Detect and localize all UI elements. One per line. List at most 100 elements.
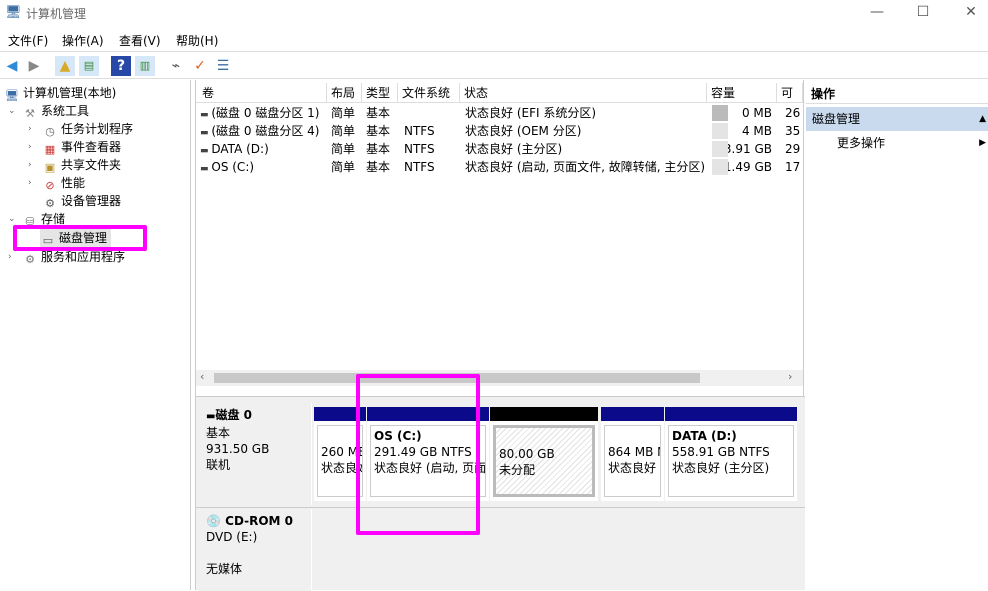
partition-info: DATA (D:) 558.91 GB NTFS 状态良好 (主分区) — [668, 425, 794, 497]
table-cell: 基本 — [366, 104, 400, 122]
more-actions-label: 更多操作 — [837, 136, 886, 150]
disk-map: ▬磁盘 0 基本 931.50 GB 联机 260 MB状态良好OS (C:)2… — [196, 396, 805, 591]
cell-text: NTFS — [404, 124, 435, 138]
column-capacity[interactable]: 容量 — [707, 83, 777, 103]
show-hide-tree-icon[interactable]: ▤ — [79, 56, 99, 76]
tools-icon: ⚒ — [25, 107, 35, 120]
collapse-up-icon[interactable]: ▲ — [979, 107, 986, 131]
maximize-button[interactable]: ☐ — [908, 4, 938, 22]
cell-text: 17 — [785, 160, 801, 174]
cell-text: NTFS — [404, 160, 435, 174]
table-cell: 状态良好 (启动, 页面文件, 故障转储, 主分区) — [465, 158, 705, 176]
menu-view[interactable]: 查看(V) — [119, 32, 161, 49]
partition-line2: 状态良好 (主分区) — [672, 461, 770, 475]
computer-icon: 🖥 — [5, 89, 19, 102]
expand-icon[interactable]: › — [8, 252, 12, 262]
volume-icon: ▬ — [200, 128, 212, 138]
expand-icon[interactable]: › — [28, 124, 32, 134]
cell-text: (磁盘 0 磁盘分区 4) — [211, 124, 320, 138]
column-free[interactable]: 可 — [777, 83, 803, 103]
cell-text: 基本 — [366, 106, 391, 120]
collapse-icon[interactable]: ⌄ — [8, 106, 16, 116]
horizontal-scrollbar[interactable]: ‹ › — [196, 370, 803, 386]
table-cell: 35 — [785, 122, 805, 140]
table-cell: 基本 — [366, 158, 400, 176]
partition-block[interactable]: DATA (D:) 558.91 GB NTFS 状态良好 (主分区) — [665, 407, 797, 501]
back-icon[interactable]: ◀ — [2, 56, 22, 76]
partition-block[interactable]: 80.00 GB 未分配 — [490, 407, 598, 501]
table-row[interactable]: ▬ OS (C:) 简单 基本 NTFS 状态良好 (启动, 页面文件, 故障转储, 主… — [196, 158, 805, 176]
volume-icon: ▬ — [200, 110, 212, 120]
partition-name: DATA (D:) — [672, 429, 737, 443]
menu-action[interactable]: 操作(A) — [62, 32, 104, 49]
tree-event-viewer[interactable]: ▦ 事件查看器 — [42, 138, 121, 156]
more-actions[interactable]: 更多操作 ▶ — [806, 132, 988, 154]
actions-header: 操作 — [806, 84, 988, 104]
table-cell: 简单 — [331, 140, 364, 158]
partition-bar — [601, 407, 664, 421]
show-action-pane-icon[interactable]: ▥ — [135, 56, 155, 76]
expand-icon[interactable]: › — [28, 160, 32, 170]
cell-text: 0 MB — [741, 106, 772, 120]
close-button[interactable]: ✕ — [956, 4, 986, 22]
tree-shared-folders[interactable]: ▣ 共享文件夹 — [42, 156, 121, 174]
expand-icon[interactable]: › — [28, 178, 32, 188]
help-icon[interactable]: ? — [111, 56, 131, 76]
column-volume[interactable]: 卷 — [198, 83, 327, 103]
column-type[interactable]: 类型 — [362, 83, 398, 103]
table-cell: 状态良好 (主分区) — [465, 140, 705, 158]
partition-line2: 状态良好 — [321, 461, 362, 475]
tree-label: 事件查看器 — [61, 140, 122, 154]
highlight-disk-management — [13, 225, 147, 251]
scroll-right-icon[interactable]: › — [788, 370, 792, 383]
partition-line2: 未分配 — [499, 463, 536, 477]
disk-status: 无媒体 — [206, 562, 243, 576]
volume-icon: ▬ — [200, 146, 212, 156]
partition-line1: 80.00 GB — [499, 447, 555, 461]
tree-performance[interactable]: ⊘ 性能 — [42, 174, 85, 192]
tree-device-manager[interactable]: ⚙ 设备管理器 — [42, 192, 121, 210]
column-filesystem[interactable]: 文件系统 — [398, 83, 460, 103]
table-row[interactable]: ▬ (磁盘 0 磁盘分区 1) 简单 基本 状态良好 (EFI 系统分区) 0 MB 26 — [196, 104, 805, 122]
up-folder-icon[interactable]: ▲ — [55, 56, 75, 76]
redacted-block — [712, 105, 728, 121]
partition-bar — [490, 407, 598, 421]
redacted-block — [712, 123, 728, 139]
cdrom-0-label[interactable]: 💿 CD-ROM 0 DVD (E:) 无媒体 — [198, 509, 312, 591]
partition-line1: 260 MB — [321, 445, 363, 459]
tree-label: 设备管理器 — [61, 194, 122, 208]
properties-icon[interactable]: ☰ — [213, 56, 233, 76]
partition-block[interactable]: 864 MB NTFS 状态良好 — [601, 407, 664, 501]
column-layout[interactable]: 布局 — [327, 83, 362, 103]
table-row[interactable]: ▬ DATA (D:) 简单 基本 NTFS 状态良好 (主分区) 3.91 GB 29 — [196, 140, 805, 158]
scroll-left-icon[interactable]: ‹ — [200, 370, 204, 383]
tree-root-label: 计算机管理(本地) — [23, 86, 117, 100]
minimize-button[interactable]: — — [862, 4, 892, 22]
disk-0-label[interactable]: ▬磁盘 0 基本 931.50 GB 联机 — [198, 403, 312, 505]
forward-icon[interactable]: ▶ — [24, 56, 44, 76]
highlight-os-partition — [356, 374, 480, 535]
partition-info: 864 MB NTFS 状态良好 — [604, 425, 661, 497]
tree-root[interactable]: 🖥 计算机管理(本地) — [4, 84, 116, 102]
tree-label: 任务计划程序 — [61, 122, 134, 136]
cell-text: 1.49 GB — [723, 160, 772, 174]
tree-system-tools[interactable]: ⚒ 系统工具 — [22, 102, 89, 120]
partition-line2: 状态良好 — [608, 461, 657, 475]
partition-name — [499, 430, 589, 446]
shared-folder-icon: ▣ — [44, 161, 56, 174]
tree-label: 存储 — [41, 212, 66, 226]
column-status[interactable]: 状态 — [460, 83, 707, 103]
cell-text: 简单 — [331, 124, 356, 138]
tree-task-scheduler[interactable]: ◷ 任务计划程序 — [42, 120, 133, 138]
redacted-block — [712, 159, 728, 175]
actions-section-disk-management[interactable]: 磁盘管理 ▲ — [806, 107, 988, 131]
menu-help[interactable]: 帮助(H) — [176, 32, 218, 49]
table-row[interactable]: ▬ (磁盘 0 磁盘分区 4) 简单 基本 NTFS 状态良好 (OEM 分区) 4 MB… — [196, 122, 805, 140]
collapse-icon[interactable]: ⌄ — [8, 214, 16, 224]
table-cell: ▬ (磁盘 0 磁盘分区 1) — [200, 104, 327, 124]
menu-file[interactable]: 文件(F) — [8, 32, 48, 49]
expand-icon[interactable]: › — [28, 142, 32, 152]
check-icon[interactable]: ✓ — [190, 56, 210, 76]
connect-icon[interactable]: ⌁ — [166, 56, 186, 76]
partition-name — [608, 428, 657, 444]
